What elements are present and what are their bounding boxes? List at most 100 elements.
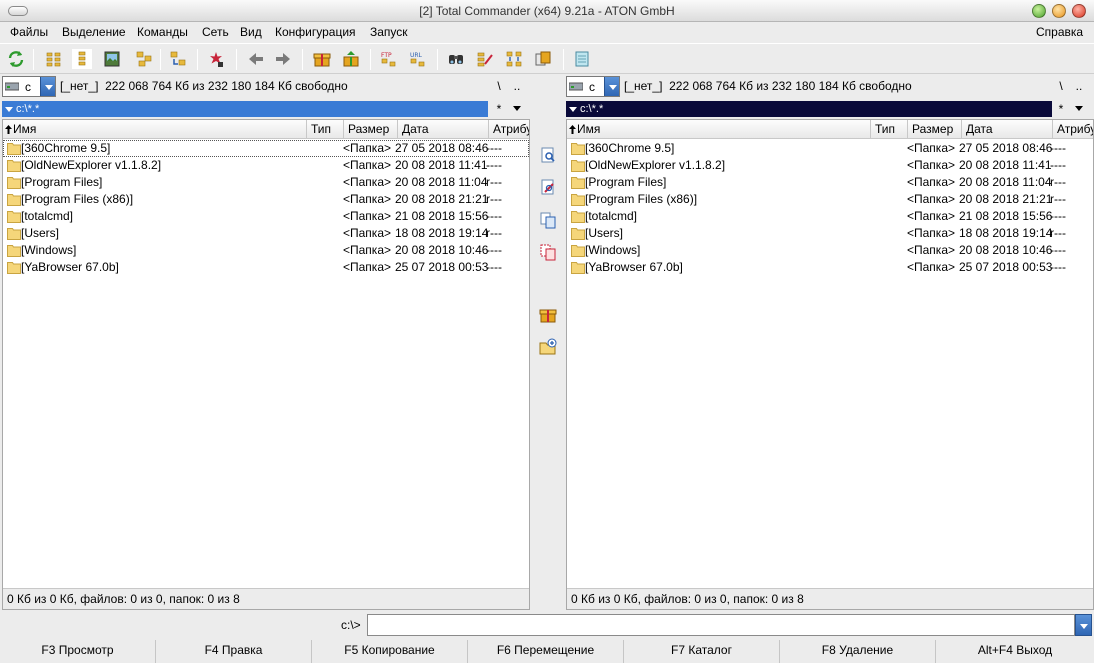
chevron-down-icon[interactable] — [40, 77, 55, 96]
right-favorites-button[interactable]: * — [1054, 101, 1068, 117]
menu-launch[interactable]: Запуск — [370, 25, 408, 39]
function-key-bar: F3 Просмотр F4 Правка F5 Копирование F6 … — [0, 640, 1094, 663]
copy-file-icon[interactable] — [539, 211, 557, 229]
unpack-icon[interactable] — [342, 50, 360, 68]
file-date: 27 05 2018 08:46 — [959, 141, 1053, 155]
left-drive-letter: c — [25, 80, 31, 94]
select-icon[interactable] — [207, 50, 225, 68]
file-row[interactable]: [Users] <Папка> 18 08 2018 19:14 r--- — [3, 225, 529, 242]
pack-icon[interactable] — [313, 50, 331, 68]
move-file-icon[interactable] — [539, 243, 557, 261]
command-prompt: c:\> — [341, 618, 361, 632]
file-row[interactable]: [OldNewExplorer v1.1.8.2] <Папка> 20 08 20… — [567, 157, 1093, 174]
url-icon[interactable]: URL — [409, 50, 427, 68]
minimize-button[interactable] — [1032, 4, 1046, 18]
thumbnails-view-icon[interactable] — [103, 50, 121, 68]
tree-view-icon[interactable] — [135, 50, 153, 68]
right-root-button[interactable]: \ — [1054, 79, 1068, 93]
file-row[interactable]: [Program Files] <Папка> 20 08 2018 11:04 r-… — [3, 174, 529, 191]
column-date[interactable]: Дата — [962, 120, 1053, 139]
folder-icon — [571, 228, 585, 240]
command-input[interactable] — [367, 614, 1075, 636]
menu-network[interactable]: Сеть — [202, 25, 229, 39]
column-attr[interactable]: Атрибу — [489, 120, 529, 139]
file-row[interactable]: [Program Files (x86)] <Папка> 20 08 2018 2… — [3, 191, 529, 208]
new-folder-icon[interactable] — [539, 338, 557, 356]
menu-files[interactable]: Файлы — [10, 25, 48, 39]
forward-icon[interactable] — [274, 50, 292, 68]
search-icon[interactable] — [447, 50, 465, 68]
file-row[interactable]: [YaBrowser 67.0b] <Папка> 25 07 2018 00:53… — [567, 259, 1093, 276]
file-row[interactable]: [YaBrowser 67.0b] <Папка> 25 07 2018 00:53… — [3, 259, 529, 276]
maximize-button[interactable] — [1052, 4, 1066, 18]
command-history-button[interactable] — [1075, 614, 1092, 636]
menu-help[interactable]: Справка — [1036, 25, 1083, 39]
edit-file-icon[interactable] — [539, 178, 557, 196]
left-root-button[interactable]: \ — [492, 79, 506, 93]
multi-rename-icon[interactable] — [476, 50, 494, 68]
f4-edit-button[interactable]: F4 Правка — [156, 640, 312, 663]
file-row[interactable]: [OldNewExplorer v1.1.8.2] <Папка> 20 08 20… — [3, 157, 529, 174]
right-up-button[interactable]: .. — [1072, 79, 1086, 93]
menu-commands[interactable]: Команды — [137, 25, 188, 39]
left-path[interactable]: c:\*.* — [2, 101, 488, 117]
file-name: [Program Files (x86)] — [585, 192, 698, 206]
detailed-view-icon[interactable] — [72, 49, 92, 69]
right-drive-selector[interactable]: c — [566, 76, 620, 97]
left-drive-info: [_нет_] 222 068 764 Кб из 232 180 184 Кб… — [60, 79, 348, 93]
column-name[interactable]: Имя — [3, 120, 307, 139]
file-row[interactable]: [totalcmd] <Папка> 21 08 2018 15:56 ---- — [567, 208, 1093, 225]
pack-files-icon[interactable] — [539, 306, 557, 324]
notepad-icon[interactable] — [573, 50, 591, 68]
folder-icon — [571, 143, 585, 155]
menu-selection[interactable]: Выделение — [62, 25, 126, 39]
f5-copy-button[interactable]: F5 Копирование — [312, 640, 468, 663]
file-row[interactable]: [Users] <Папка> 18 08 2018 19:14 r--- — [567, 225, 1093, 242]
close-button[interactable] — [1072, 4, 1086, 18]
f7-mkdir-button[interactable]: F7 Каталог — [624, 640, 780, 663]
back-icon[interactable] — [247, 50, 265, 68]
f6-move-button[interactable]: F6 Перемещение — [468, 640, 624, 663]
sync-dirs-icon[interactable] — [505, 50, 523, 68]
left-up-button[interactable]: .. — [510, 79, 524, 93]
file-row[interactable]: [Windows] <Папка> 20 08 2018 10:46 ---- — [3, 242, 529, 259]
left-drive-selector[interactable]: c — [2, 76, 56, 97]
refresh-icon[interactable] — [7, 50, 25, 68]
left-favorites-button[interactable]: * — [492, 101, 506, 117]
f8-delete-button[interactable]: F8 Удаление — [780, 640, 936, 663]
column-date[interactable]: Дата — [398, 120, 489, 139]
menu-configuration[interactable]: Конфигурация — [275, 25, 356, 39]
file-row[interactable]: [totalcmd] <Папка> 21 08 2018 15:56 ---- — [3, 208, 529, 225]
column-name-label: Имя — [577, 122, 601, 136]
folder-icon — [571, 262, 585, 274]
menu-view[interactable]: Вид — [240, 25, 262, 39]
file-row[interactable]: [Program Files] <Папка> 20 08 2018 11:04 r-… — [567, 174, 1093, 191]
right-file-panel[interactable]: Имя Тип Размер Дата Атрибу [360Chrome 9.… — [566, 119, 1094, 610]
file-row[interactable]: [Windows] <Папка> 20 08 2018 10:46 ---- — [567, 242, 1093, 259]
file-row[interactable]: [360Chrome 9.5] <Папка> 27 05 2018 08:46 --… — [3, 140, 529, 157]
file-row[interactable]: [Program Files (x86)] <Папка> 20 08 2018 2… — [567, 191, 1093, 208]
column-type[interactable]: Тип — [871, 120, 908, 139]
folder-icon — [7, 177, 21, 189]
alt-f4-exit-button[interactable]: Alt+F4 Выход — [936, 640, 1094, 663]
column-size[interactable]: Размер — [908, 120, 962, 139]
copy-names-icon[interactable] — [534, 50, 552, 68]
left-path-bar: c:\*.* * — [2, 101, 530, 117]
left-file-panel[interactable]: Имя Тип Размер Дата Атрибу [360Chrome 9.… — [2, 119, 530, 610]
column-attr[interactable]: Атрибу — [1053, 120, 1093, 139]
file-date: 20 08 2018 10:46 — [395, 243, 489, 257]
file-attributes: ---- — [486, 141, 502, 155]
brief-view-icon[interactable] — [45, 50, 63, 68]
right-path[interactable]: c:\*.* — [566, 101, 1052, 117]
column-size[interactable]: Размер — [344, 120, 398, 139]
ftp-icon[interactable]: FTP — [380, 50, 398, 68]
chevron-down-icon[interactable] — [604, 77, 619, 96]
compare-dirs-icon[interactable] — [169, 50, 187, 68]
view-file-icon[interactable] — [539, 146, 557, 164]
column-type[interactable]: Тип — [307, 120, 344, 139]
file-row[interactable]: [360Chrome 9.5] <Папка> 27 05 2018 08:46 --… — [567, 140, 1093, 157]
left-drive-bar: c [_нет_] 222 068 764 Кб из 232 180 184 … — [2, 76, 530, 98]
f3-view-button[interactable]: F3 Просмотр — [0, 640, 156, 663]
file-date: 25 07 2018 00:53 — [395, 260, 489, 274]
column-name[interactable]: Имя — [567, 120, 871, 139]
